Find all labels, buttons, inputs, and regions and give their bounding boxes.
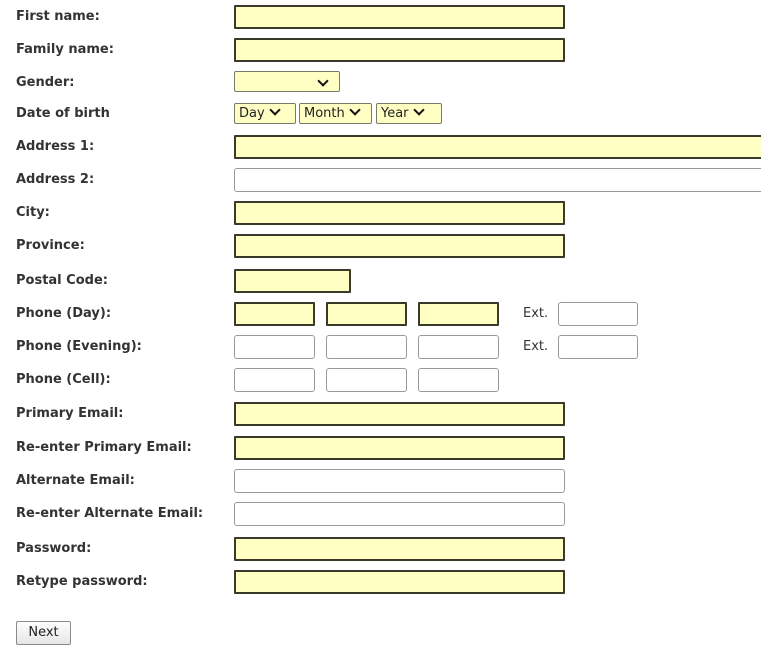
row-family-name: Family name: bbox=[0, 35, 761, 65]
row-postal-code: Postal Code: bbox=[0, 266, 761, 296]
alternate-email-label: Alternate Email: bbox=[16, 473, 135, 488]
phone-cell-label: Phone (Cell): bbox=[16, 372, 111, 387]
row-address-1: Address 1: bbox=[0, 132, 761, 162]
city-label: City: bbox=[16, 205, 50, 220]
chevron-down-icon bbox=[317, 75, 329, 87]
reenter-alternate-email-input[interactable] bbox=[234, 502, 565, 526]
row-retype-password: Retype password: bbox=[0, 567, 761, 597]
reenter-alternate-email-label: Re-enter Alternate Email: bbox=[16, 506, 204, 521]
phone-day-area-code-input[interactable] bbox=[234, 302, 315, 326]
next-button[interactable]: Next bbox=[16, 621, 71, 645]
phone-cell-line-input[interactable] bbox=[418, 368, 499, 392]
row-reenter-alternate-email: Re-enter Alternate Email: bbox=[0, 499, 761, 529]
dob-month-value: Month bbox=[304, 106, 345, 121]
phone-evening-ext-input[interactable] bbox=[558, 335, 638, 359]
dob-year-value: Year bbox=[381, 106, 409, 121]
retype-password-label: Retype password: bbox=[16, 574, 148, 589]
chevron-down-icon bbox=[269, 104, 281, 116]
phone-evening-ext-label: Ext. bbox=[523, 339, 549, 354]
phone-evening-label: Phone (Evening): bbox=[16, 339, 142, 354]
row-first-name: First name: bbox=[0, 2, 761, 32]
family-name-label: Family name: bbox=[16, 42, 114, 57]
gender-label: Gender: bbox=[16, 75, 75, 90]
password-label: Password: bbox=[16, 541, 92, 556]
alternate-email-input[interactable] bbox=[234, 469, 565, 493]
row-phone-day: Phone (Day): Ext. bbox=[0, 299, 761, 329]
postal-code-input[interactable] bbox=[234, 269, 351, 293]
phone-cell-area-code-input[interactable] bbox=[234, 368, 315, 392]
row-phone-cell: Phone (Cell): bbox=[0, 365, 761, 395]
row-address-2: Address 2: bbox=[0, 165, 761, 195]
phone-day-line-input[interactable] bbox=[418, 302, 499, 326]
row-date-of-birth: Date of birth Day Month Year bbox=[0, 99, 761, 129]
row-password: Password: bbox=[0, 534, 761, 564]
phone-evening-prefix-input[interactable] bbox=[326, 335, 407, 359]
address-2-input[interactable] bbox=[234, 168, 761, 192]
phone-day-ext-input[interactable] bbox=[558, 302, 638, 326]
dob-day-value: Day bbox=[239, 106, 265, 121]
row-phone-evening: Phone (Evening): Ext. bbox=[0, 332, 761, 362]
chevron-down-icon bbox=[412, 104, 425, 116]
first-name-input[interactable] bbox=[234, 5, 565, 29]
phone-day-prefix-input[interactable] bbox=[326, 302, 407, 326]
city-input[interactable] bbox=[234, 201, 565, 225]
dob-month-select[interactable]: Month bbox=[299, 103, 372, 124]
primary-email-input[interactable] bbox=[234, 402, 565, 426]
date-of-birth-label: Date of birth bbox=[16, 106, 110, 121]
row-province: Province: bbox=[0, 231, 761, 261]
reenter-primary-email-input[interactable] bbox=[234, 436, 565, 460]
address-2-label: Address 2: bbox=[16, 172, 95, 187]
reenter-primary-email-label: Re-enter Primary Email: bbox=[16, 440, 192, 455]
family-name-input[interactable] bbox=[234, 38, 565, 62]
address-1-label: Address 1: bbox=[16, 139, 95, 154]
province-input[interactable] bbox=[234, 234, 565, 258]
first-name-label: First name: bbox=[16, 9, 100, 24]
phone-evening-area-code-input[interactable] bbox=[234, 335, 315, 359]
phone-day-label: Phone (Day): bbox=[16, 306, 112, 321]
province-label: Province: bbox=[16, 238, 85, 253]
address-1-input[interactable] bbox=[234, 135, 761, 159]
row-reenter-primary-email: Re-enter Primary Email: bbox=[0, 433, 761, 463]
phone-cell-prefix-input[interactable] bbox=[326, 368, 407, 392]
dob-year-select[interactable]: Year bbox=[376, 103, 442, 124]
gender-select[interactable] bbox=[234, 71, 340, 92]
phone-day-ext-label: Ext. bbox=[523, 306, 549, 321]
phone-evening-line-input[interactable] bbox=[418, 335, 499, 359]
dob-day-select[interactable]: Day bbox=[234, 103, 296, 124]
chevron-down-icon bbox=[349, 104, 361, 116]
row-alternate-email: Alternate Email: bbox=[0, 466, 761, 496]
row-city: City: bbox=[0, 198, 761, 228]
postal-code-label: Postal Code: bbox=[16, 273, 108, 288]
row-primary-email: Primary Email: bbox=[0, 399, 761, 429]
retype-password-input[interactable] bbox=[234, 570, 565, 594]
primary-email-label: Primary Email: bbox=[16, 406, 124, 421]
password-input[interactable] bbox=[234, 537, 565, 561]
row-gender: Gender: bbox=[0, 68, 761, 98]
